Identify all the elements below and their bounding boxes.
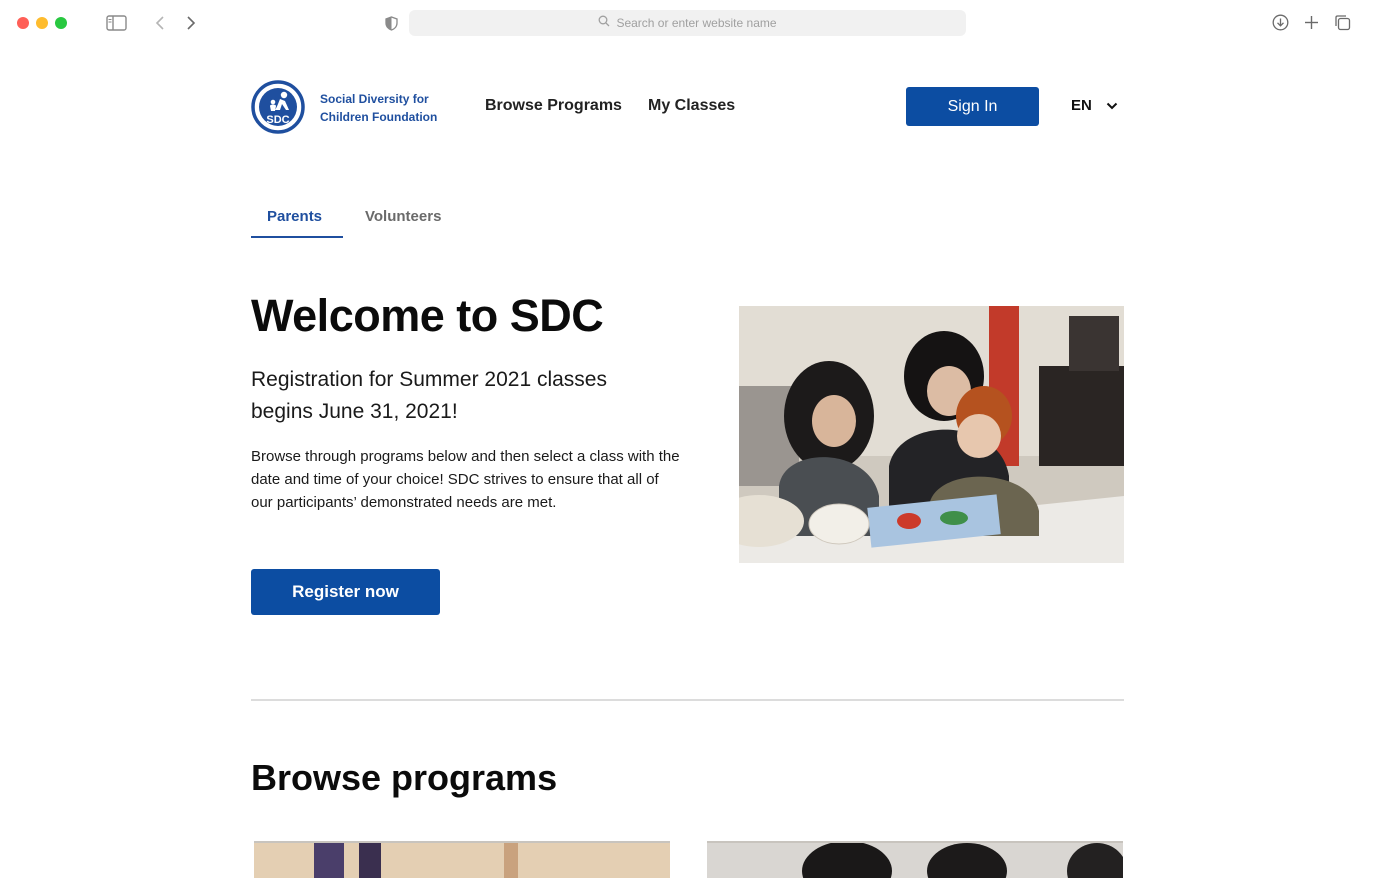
language-label: EN [1071, 97, 1092, 114]
language-selector[interactable]: EN [1071, 97, 1118, 114]
back-arrow-icon[interactable] [153, 14, 167, 32]
program-card-image[interactable] [707, 841, 1123, 878]
forward-arrow-icon[interactable] [184, 14, 198, 32]
privacy-shield-icon[interactable] [383, 14, 399, 32]
chevron-down-icon [1106, 97, 1118, 114]
nav-browse-programs[interactable]: Browse Programs [485, 97, 622, 115]
sdc-logo[interactable]: SDC [251, 80, 305, 134]
nav-my-classes[interactable]: My Classes [648, 97, 735, 115]
search-icon [598, 14, 610, 32]
close-window-button[interactable] [17, 17, 29, 29]
register-now-button[interactable]: Register now [251, 569, 440, 615]
section-divider [251, 699, 1124, 701]
registration-announcement: Registration for Summer 2021 classes beg… [251, 368, 607, 423]
maximize-window-button[interactable] [55, 17, 67, 29]
new-tab-plus-icon[interactable] [1302, 13, 1320, 31]
tab-parents[interactable]: Parents [267, 208, 322, 225]
page-title: Welcome to SDC [251, 290, 604, 341]
program-card-image[interactable] [254, 841, 670, 878]
tab-volunteers[interactable]: Volunteers [365, 208, 441, 225]
browser-toolbar: Search or enter website name [0, 0, 1376, 46]
sidebar-toggle-icon[interactable] [106, 14, 127, 31]
organization-name[interactable]: Social Diversity for Children Foundation [320, 90, 460, 126]
logo-text: SDC [266, 114, 289, 126]
active-tab-indicator [251, 236, 343, 238]
tab-overview-icon[interactable] [1333, 13, 1351, 31]
address-bar[interactable]: Search or enter website name [409, 10, 966, 36]
sign-in-button[interactable]: Sign In [906, 87, 1039, 126]
download-icon[interactable] [1271, 13, 1289, 31]
hero-photo [739, 306, 1124, 563]
address-placeholder: Search or enter website name [616, 16, 777, 30]
minimize-window-button[interactable] [36, 17, 48, 29]
hero-description: Browse through programs below and then s… [251, 448, 680, 511]
browse-programs-heading: Browse programs [251, 757, 558, 798]
